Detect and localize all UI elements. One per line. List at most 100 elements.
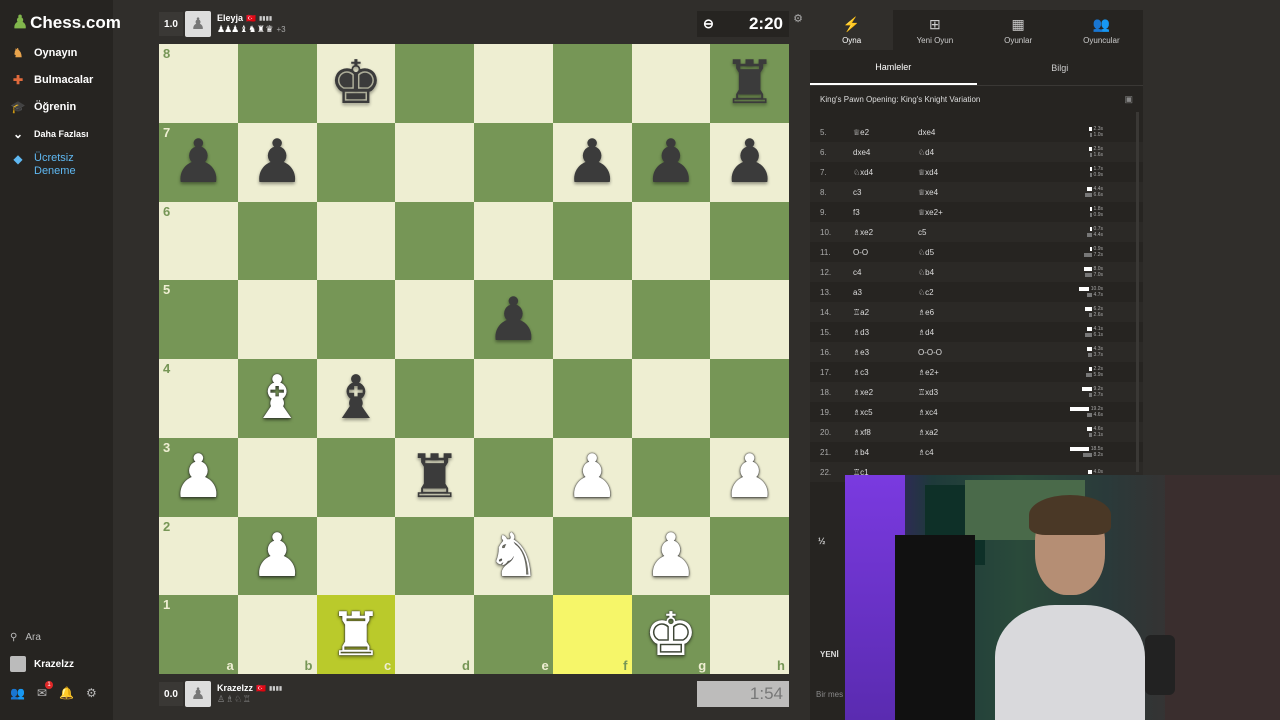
square-f4[interactable] <box>552 359 632 438</box>
white-move[interactable]: ♗c3 <box>853 368 869 377</box>
square-a2[interactable]: 2 <box>159 516 238 596</box>
white-move[interactable]: a3 <box>853 288 862 297</box>
tab-info[interactable]: Bilgi <box>977 50 1144 85</box>
black-move[interactable]: ♗xc4 <box>918 408 938 417</box>
book-icon[interactable]: ▣ <box>1124 94 1133 105</box>
bell-icon[interactable]: 🔔 <box>59 686 74 700</box>
scrollbar[interactable] <box>1136 112 1139 472</box>
draw-offer-button[interactable]: ½ <box>818 536 826 546</box>
square-f8[interactable] <box>552 44 632 123</box>
square-g3[interactable] <box>631 437 711 517</box>
sidebar-search[interactable]: ⚲ Ara <box>10 632 41 643</box>
tab-new-game[interactable]: ⊞ Yeni Oyun <box>893 10 976 50</box>
square-h8[interactable]: ♜ <box>710 44 789 123</box>
black-move[interactable]: ♗e2+ <box>918 368 939 377</box>
square-h3[interactable]: ♟ <box>710 437 789 517</box>
white-move[interactable]: ♖a2 <box>853 308 869 317</box>
square-a8[interactable]: 8 <box>159 44 238 123</box>
square-g4[interactable] <box>631 359 711 438</box>
square-b7[interactable]: ♟ <box>237 122 317 202</box>
white-move[interactable]: c4 <box>853 268 861 277</box>
square-c1[interactable]: c ♜ <box>316 595 396 674</box>
square-f3[interactable]: ♟ <box>552 437 632 517</box>
chess-logo[interactable]: ♟ Chess.com <box>12 12 121 33</box>
white-pawn-icon[interactable]: ♟ <box>723 447 777 507</box>
square-h2[interactable] <box>710 516 789 596</box>
sidebar-item-play[interactable]: ♞ Oynayın <box>10 46 78 60</box>
sidebar-item-more[interactable]: ⌄ Daha Fazlası <box>10 127 89 141</box>
square-e4[interactable] <box>474 359 553 438</box>
black-pawn-icon[interactable]: ♟ <box>486 289 540 350</box>
square-d3[interactable]: ♜ <box>395 437 474 517</box>
square-d4[interactable] <box>395 359 474 438</box>
square-g5[interactable] <box>631 280 711 359</box>
black-move[interactable]: c5 <box>918 228 926 237</box>
black-bishop-icon[interactable]: ♝ <box>329 368 383 428</box>
black-move[interactable]: ♖xd3 <box>918 388 938 397</box>
black-move[interactable]: ♕xe2+ <box>918 208 943 217</box>
square-a6[interactable]: 6 <box>159 201 238 281</box>
sidebar-item-puzzles[interactable]: ✚ Bulmacalar <box>10 73 93 87</box>
white-move[interactable]: ♗xe2 <box>853 388 873 397</box>
white-move[interactable]: f3 <box>853 208 860 217</box>
tab-moves[interactable]: Hamleler <box>810 50 977 85</box>
square-d6[interactable] <box>395 201 474 281</box>
square-e6[interactable] <box>474 201 553 281</box>
black-pawn-icon[interactable]: ♟ <box>644 132 698 192</box>
black-move[interactable]: ♕xe4 <box>918 188 938 197</box>
square-b2[interactable]: ♟ <box>237 516 317 596</box>
square-g2[interactable]: ♟ <box>631 516 711 596</box>
square-c2[interactable] <box>316 516 396 596</box>
square-e1[interactable]: e <box>474 595 553 674</box>
white-move[interactable]: ♗xc5 <box>853 408 873 417</box>
square-h7[interactable]: ♟ <box>710 122 789 202</box>
white-move[interactable]: ♗d3 <box>853 328 869 337</box>
tab-players[interactable]: 👥 Oyuncular <box>1060 10 1143 50</box>
square-f1[interactable]: f <box>552 595 632 674</box>
square-e7[interactable] <box>474 122 553 202</box>
square-g1[interactable]: g ♚ <box>631 595 711 674</box>
black-move[interactable]: ♗c4 <box>918 448 934 457</box>
black-move[interactable]: O-O-O <box>918 348 942 357</box>
square-c7[interactable] <box>316 122 396 202</box>
square-b5[interactable] <box>237 280 317 359</box>
black-move[interactable]: ♗d4 <box>918 328 934 337</box>
white-rook-icon[interactable]: ♜ <box>329 604 383 665</box>
white-pawn-icon[interactable]: ♟ <box>171 447 225 507</box>
sidebar-item-free-trial[interactable]: ◆ Ücretsiz Deneme <box>10 152 94 178</box>
square-d2[interactable] <box>395 516 474 596</box>
move-list[interactable]: 5. ♕e2 dxe4 2.3s 1.0s 6. dxe4 ♘d4 2.5s 1.6s 7. ♘xd4… <box>810 112 1143 482</box>
tab-games[interactable]: ▦ Oyunlar <box>977 10 1060 50</box>
square-h5[interactable] <box>710 280 789 359</box>
square-d8[interactable] <box>395 44 474 123</box>
white-knight-icon[interactable]: ♞ <box>486 525 540 586</box>
white-move[interactable]: c3 <box>853 188 861 197</box>
new-game-label[interactable]: YENİ <box>820 650 839 659</box>
black-move[interactable]: ♘d4 <box>918 148 934 157</box>
gear-icon[interactable]: ⚙ <box>793 12 803 25</box>
white-move[interactable]: ♗e3 <box>853 348 869 357</box>
white-pawn-icon[interactable]: ♟ <box>250 525 304 586</box>
sidebar-item-learn[interactable]: 🎓 Öğrenin <box>10 100 77 114</box>
black-move[interactable]: ♕xd4 <box>918 168 938 177</box>
black-move[interactable]: ♘b4 <box>918 268 934 277</box>
square-d1[interactable]: d <box>395 595 474 674</box>
square-f7[interactable]: ♟ <box>552 122 632 202</box>
avatar[interactable]: ♟ <box>185 681 211 707</box>
white-king-icon[interactable]: ♚ <box>644 604 698 665</box>
square-b6[interactable] <box>237 201 317 281</box>
square-c3[interactable] <box>316 437 396 517</box>
black-pawn-icon[interactable]: ♟ <box>250 132 304 192</box>
bottom-player-name[interactable]: Krazelzz <box>217 683 253 693</box>
square-a5[interactable]: 5 <box>159 280 238 359</box>
square-b3[interactable] <box>237 437 317 517</box>
square-f2[interactable] <box>552 516 632 596</box>
white-move[interactable]: ♕e2 <box>853 128 869 137</box>
square-b4[interactable]: ♝ <box>237 359 317 438</box>
square-c8[interactable]: ♚ <box>316 44 396 123</box>
square-c6[interactable] <box>316 201 396 281</box>
white-move[interactable]: dxe4 <box>853 148 870 157</box>
square-g7[interactable]: ♟ <box>631 122 711 202</box>
white-move[interactable]: ♗b4 <box>853 448 869 457</box>
white-pawn-icon[interactable]: ♟ <box>644 525 698 586</box>
